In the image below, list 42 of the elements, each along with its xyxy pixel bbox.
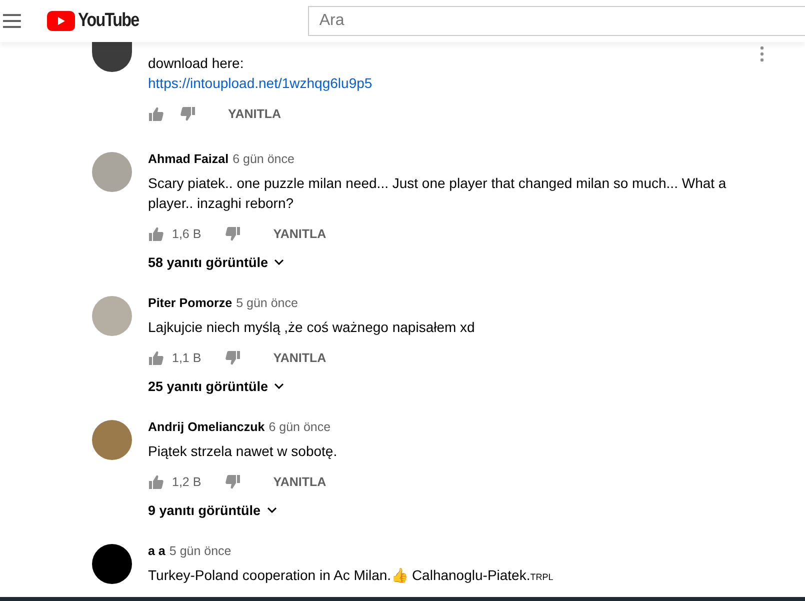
reply-button[interactable]: YANITLA bbox=[257, 218, 342, 250]
comment-time[interactable]: 6 gün önce bbox=[232, 152, 294, 166]
comment-text: Scary piatek.. one puzzle milan need... Just one player that changed milan so much... What a player.. inzaghi reborn? bbox=[148, 174, 728, 213]
comment-time[interactable]: 6 gün önce bbox=[268, 420, 331, 434]
reply-button[interactable]: YANITLA bbox=[212, 98, 298, 130]
more-options-icon[interactable] bbox=[760, 46, 764, 62]
author-name[interactable]: Ahmad Faizal bbox=[148, 152, 229, 166]
chevron-down-icon bbox=[266, 507, 277, 513]
thumbs-up-icon[interactable] bbox=[148, 106, 164, 122]
like-count: 1,6 B bbox=[172, 227, 202, 241]
reply-button[interactable]: YANITLA bbox=[257, 342, 342, 374]
view-replies-button[interactable]: 58 yanıtı görüntüle bbox=[148, 250, 284, 274]
thumbs-down-icon[interactable] bbox=[225, 474, 242, 490]
comment-time[interactable]: 5 gün önce bbox=[236, 296, 298, 310]
author-name[interactable]: a a bbox=[148, 544, 166, 558]
play-logo-icon bbox=[46, 11, 75, 31]
comment-link[interactable]: https://intoupload.net/1wzhqg6lu9p5 bbox=[148, 73, 372, 93]
logo[interactable]: YouTube bbox=[46, 10, 150, 32]
menu-icon[interactable] bbox=[3, 14, 21, 28]
comment-time[interactable]: 5 gün önce bbox=[169, 544, 232, 558]
logo-text: YouTube bbox=[78, 10, 139, 32]
author-name[interactable]: Andrij Omelianczuk bbox=[148, 420, 265, 434]
comment-text: Piątek strzela nawet w sobotę. bbox=[148, 442, 338, 461]
comment-text: Lajkujcie niech myślą ,że coś ważnego napisałem xd bbox=[148, 318, 476, 337]
chevron-down-icon bbox=[274, 383, 284, 389]
avatar-placeholder[interactable] bbox=[92, 544, 132, 584]
chevron-down-icon bbox=[274, 259, 284, 265]
author-name[interactable]: Piter Pomorze bbox=[148, 296, 232, 310]
thumbs-down-icon[interactable] bbox=[225, 350, 242, 366]
comment-text: download here: bbox=[148, 54, 245, 73]
reply-button[interactable]: YANITLA bbox=[257, 466, 342, 498]
thumbs-up-icon[interactable] bbox=[148, 474, 164, 490]
avatar-placeholder[interactable] bbox=[92, 42, 132, 72]
thumbs-up-icon[interactable] bbox=[148, 350, 164, 366]
view-replies-button[interactable]: 9 yanıtı görüntüle bbox=[148, 498, 277, 522]
thumbs-down-icon[interactable] bbox=[180, 106, 196, 122]
thumbs-down-icon[interactable] bbox=[225, 226, 242, 242]
view-replies-button[interactable]: 25 yanıtı görüntüle bbox=[148, 374, 284, 398]
thumbs-up-icon[interactable] bbox=[148, 226, 164, 242]
like-count: 1,2 B bbox=[172, 475, 202, 489]
search-field[interactable]: Ara bbox=[308, 6, 805, 36]
like-count: 1,1 B bbox=[172, 351, 202, 365]
